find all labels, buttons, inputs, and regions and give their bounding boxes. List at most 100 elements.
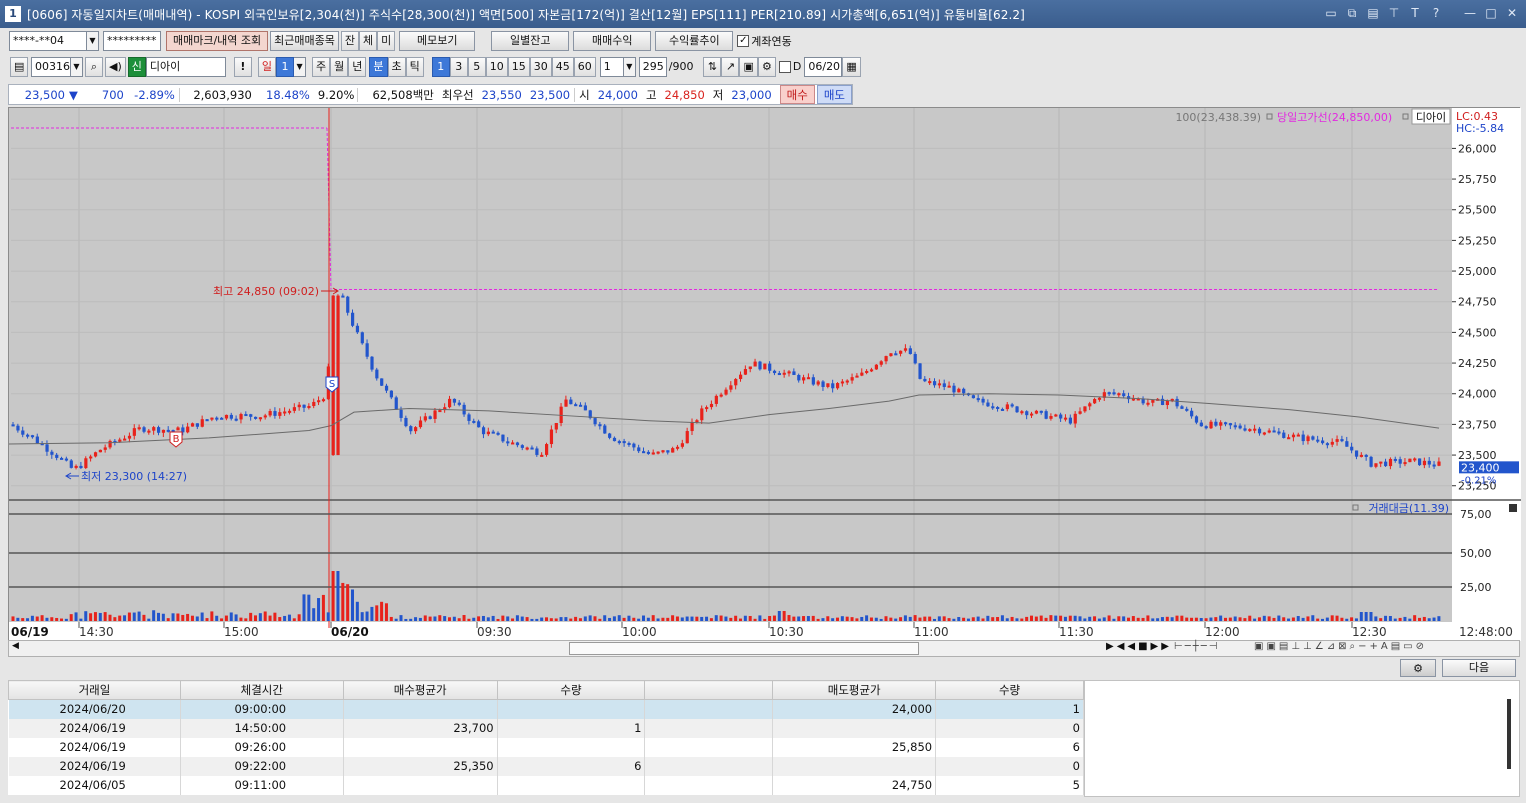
candle-body: [93, 452, 98, 457]
price-chart[interactable]: 26,000 25,750 25,500 25,250 25,000 24,750 24,5…: [8, 107, 1521, 641]
table-row[interactable]: 2024/06/19 09:26:00 25,850 6: [8, 737, 1084, 757]
d-checkbox[interactable]: [778, 60, 791, 73]
tile-icon[interactable]: ▤: [1365, 5, 1381, 21]
period-second[interactable]: 초: [387, 56, 406, 77]
period-count[interactable]: 1: [276, 56, 295, 77]
candle-body: [1325, 443, 1330, 446]
close-icon[interactable]: ✕: [1504, 5, 1520, 21]
chart-canvas[interactable]: 26,000 25,750 25,500 25,250 25,000 24,750 24,5…: [9, 108, 1521, 641]
account-link-toggle[interactable]: ✓ 계좌연동: [737, 33, 792, 49]
return-trend-button[interactable]: 수익률추이: [655, 31, 734, 51]
che-button[interactable]: 체: [359, 31, 378, 51]
interval-60[interactable]: 60: [573, 56, 596, 77]
col-exec-time[interactable]: 체결시간: [179, 680, 344, 700]
current-price: 23,500: [24, 87, 65, 102]
font-icon[interactable]: T: [1407, 5, 1423, 21]
scroll-thumb[interactable]: [569, 642, 919, 655]
col-trade-date[interactable]: 거래일: [8, 680, 181, 700]
volume-bar: [98, 612, 102, 621]
col-sell-avg[interactable]: 매도평균가: [772, 680, 937, 700]
minimize-icon[interactable]: —: [1462, 5, 1478, 21]
sell-button[interactable]: 매도: [816, 85, 852, 104]
account-field[interactable]: ****-**04: [9, 31, 87, 51]
menu-icon[interactable]: ▤: [10, 56, 28, 77]
col-sell-qty[interactable]: 수량: [935, 680, 1084, 700]
draw-tools-icons[interactable]: ▣▣▤⊥⊥∠⊿⊠⌕−+A▤▭⊘: [1254, 641, 1427, 652]
pin-icon[interactable]: ⊤: [1386, 5, 1402, 21]
stock-code-field[interactable]: 003160: [31, 56, 71, 77]
period-year[interactable]: 년: [348, 56, 367, 77]
vertical-scrollbar[interactable]: [1507, 699, 1511, 769]
chart-type-icon[interactable]: ⇅: [703, 56, 722, 77]
x-tick-label: 12:48:00: [1459, 625, 1513, 639]
stock-name-field[interactable]: 디아이: [145, 56, 226, 77]
interval-1[interactable]: 1: [431, 56, 450, 77]
password-field[interactable]: *********: [103, 31, 161, 51]
gear-icon[interactable]: ⚙: [757, 56, 776, 77]
code-dropdown-icon[interactable]: ▼: [71, 56, 83, 77]
table-row[interactable]: 2024/06/19 09:22:00 25,350 6 0: [8, 756, 1084, 776]
trade-profit-button[interactable]: 매매수익: [573, 31, 652, 51]
candle-body: [1311, 436, 1315, 440]
table-row[interactable]: 2024/06/20 09:00:00 24,000 1: [8, 699, 1084, 719]
buy-button[interactable]: 매수: [779, 85, 815, 104]
mi-button[interactable]: 미: [377, 31, 396, 51]
interval-45[interactable]: 45: [551, 56, 574, 77]
volume-bar: [462, 615, 466, 621]
chart-scrollbar[interactable]: ◀ ▶◀◀■▶▶ ⊢─┼─⊣ ▣▣▤⊥⊥∠⊿⊠⌕−+A▤▭⊘: [8, 640, 1520, 657]
period-week[interactable]: 주: [312, 56, 331, 77]
interval-15[interactable]: 15: [507, 56, 530, 77]
alert-button[interactable]: !: [233, 56, 252, 77]
period-minute[interactable]: 분: [369, 56, 388, 77]
count-dropdown-icon[interactable]: ▼: [623, 56, 636, 77]
trade-mark-button[interactable]: 매매마크/내역 조회: [166, 31, 269, 51]
daily-balance-button[interactable]: 일별잔고: [491, 31, 570, 51]
sound-icon[interactable]: ◀): [105, 56, 126, 77]
candle-body: [127, 435, 132, 439]
interval-10[interactable]: 10: [485, 56, 508, 77]
period-month[interactable]: 월: [330, 56, 349, 77]
layout-icon[interactable]: ▭: [1323, 5, 1339, 21]
playback-icons[interactable]: ▶◀◀■▶▶: [1106, 641, 1172, 652]
interval-5[interactable]: 5: [467, 56, 486, 77]
volume-bar: [341, 582, 345, 621]
volume-bar: [545, 617, 548, 621]
scroll-left-icon[interactable]: ◀: [12, 641, 19, 651]
col-buy-avg[interactable]: 매수평균가: [342, 680, 498, 700]
checkbox-icon[interactable]: ✓: [737, 35, 750, 47]
table-settings-button[interactable]: ⚙: [1400, 659, 1436, 677]
y-tick-label: 26,000: [1458, 142, 1497, 155]
count-field[interactable]: 1: [599, 56, 624, 77]
restore-alt-icon[interactable]: ⧉: [1344, 5, 1360, 21]
calendar-icon[interactable]: ▦: [842, 56, 861, 77]
help-icon[interactable]: ?: [1428, 5, 1444, 21]
table-row[interactable]: 2024/06/05 09:11:00 24,750 5: [8, 775, 1084, 795]
view-count-field[interactable]: 295: [638, 56, 667, 77]
candle-body: [486, 431, 490, 435]
jan-button[interactable]: 잔: [340, 31, 360, 51]
candle-body: [11, 424, 15, 427]
volume-bar: [656, 618, 660, 621]
col-buy-qty[interactable]: 수량: [496, 680, 646, 700]
zoom-slider-icon[interactable]: ⊢─┼─⊣: [1174, 641, 1219, 652]
draw-tool-icon[interactable]: ↗: [721, 56, 740, 77]
candle-body: [520, 445, 524, 448]
col-blank[interactable]: [644, 680, 774, 700]
memo-button[interactable]: 메모보기: [399, 31, 476, 51]
save-icon[interactable]: ▣: [739, 56, 758, 77]
interval-3[interactable]: 3: [449, 56, 468, 77]
candle-body: [273, 411, 277, 416]
period-dropdown-icon[interactable]: ▼: [294, 56, 307, 77]
table-row[interactable]: 2024/06/19 14:50:00 23,700 1 0: [8, 718, 1084, 738]
maximize-icon[interactable]: □: [1483, 5, 1499, 21]
period-day[interactable]: 일: [257, 56, 277, 77]
recent-trades-button[interactable]: 최근매매종목: [270, 31, 339, 51]
search-icon[interactable]: ⌕: [85, 56, 103, 77]
period-tick[interactable]: 틱: [405, 56, 424, 77]
volume-bar: [1146, 615, 1150, 621]
next-button[interactable]: 다음: [1442, 659, 1516, 677]
date-field[interactable]: 06/20: [804, 56, 843, 77]
account-dropdown-icon[interactable]: ▼: [87, 31, 99, 51]
candle-body: [1257, 428, 1262, 434]
interval-30[interactable]: 30: [529, 56, 552, 77]
